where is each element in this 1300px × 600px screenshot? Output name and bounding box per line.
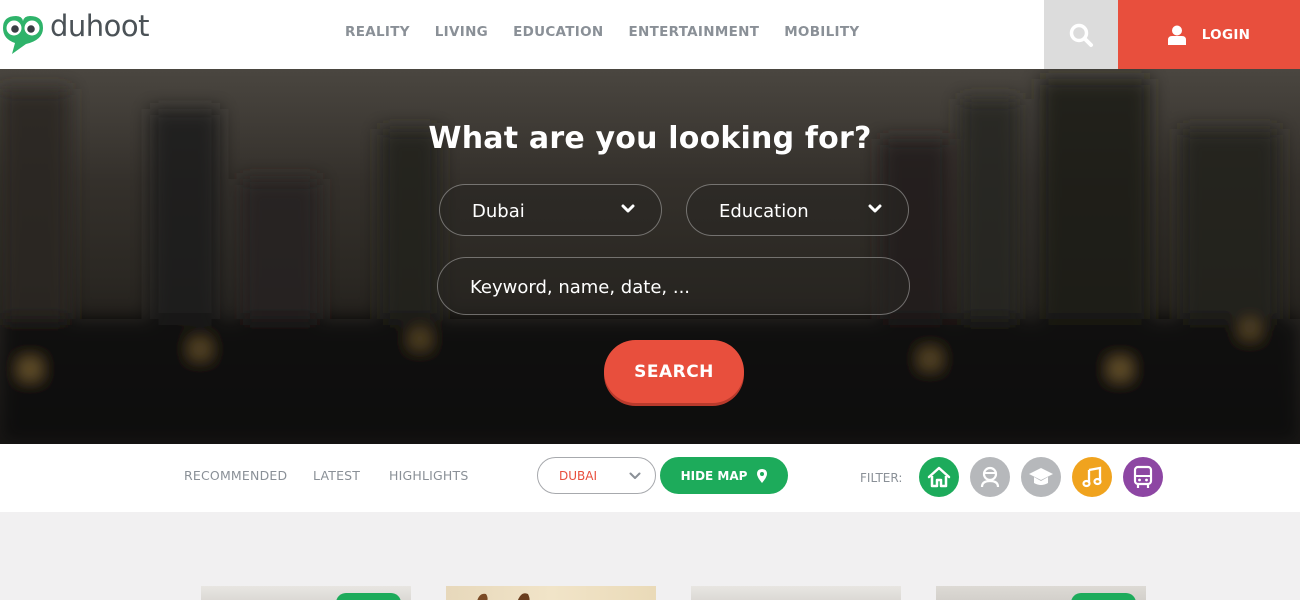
location-select[interactable]: Dubai (439, 184, 662, 236)
user-icon (1167, 25, 1186, 45)
hero-section: What are you looking for? Dubai Educatio… (0, 69, 1300, 444)
category-select-value: Education (719, 201, 809, 222)
search-button[interactable]: SEARCH (604, 340, 744, 403)
listing-card[interactable] (201, 586, 411, 600)
listing-card[interactable] (936, 586, 1146, 600)
card-badge (336, 593, 401, 600)
music-note-icon (1082, 466, 1102, 488)
city-select-value: DUBAI (559, 469, 598, 483)
filter-mobility[interactable] (1123, 457, 1163, 497)
tab-highlights[interactable]: HIGHLIGHTS (389, 468, 468, 483)
keyword-search-input[interactable]: Keyword, name, date, ... (437, 257, 910, 315)
card-badge (1071, 593, 1136, 600)
nav-item-mobility[interactable]: MOBILITY (784, 24, 859, 40)
chevron-down-icon (621, 204, 635, 213)
nav-item-living[interactable]: LIVING (435, 24, 488, 40)
nav-item-education[interactable]: EDUCATION (513, 24, 603, 40)
login-label: LOGIN (1201, 26, 1251, 43)
map-pin-icon (757, 468, 768, 483)
bus-icon (1133, 465, 1153, 488)
header-search-button[interactable] (1044, 0, 1118, 69)
nav-item-entertainment[interactable]: ENTERTAINMENT (628, 24, 759, 40)
login-button[interactable]: LOGIN (1118, 0, 1300, 69)
top-header: duhoot REALITY LIVING EDUCATION ENTERTAI… (0, 0, 1300, 69)
filter-education[interactable] (1021, 457, 1061, 497)
graduation-cap-icon (1029, 468, 1053, 485)
search-icon (1069, 23, 1093, 47)
tab-latest[interactable]: LATEST (313, 468, 360, 483)
hero-title: What are you looking for? (428, 121, 872, 156)
location-select-value: Dubai (472, 201, 525, 222)
filter-reality[interactable] (919, 457, 959, 497)
city-select[interactable]: DUBAI (537, 457, 656, 494)
brand-logo[interactable]: duhoot (0, 8, 150, 56)
keyword-placeholder: Keyword, name, date, ... (470, 277, 691, 298)
filter-bar: RECOMMENDED LATEST HIGHLIGHTS DUBAI HIDE… (0, 444, 1300, 512)
home-icon (927, 466, 951, 488)
listing-card[interactable] (691, 586, 901, 600)
main-nav: REALITY LIVING EDUCATION ENTERTAINMENT M… (345, 24, 884, 40)
owl-logo-icon (0, 8, 46, 56)
driver-icon (980, 466, 1000, 488)
hide-map-label: HIDE MAP (680, 468, 748, 483)
filter-label: FILTER: (860, 471, 903, 485)
nav-item-reality[interactable]: REALITY (345, 24, 410, 40)
category-select[interactable]: Education (686, 184, 909, 236)
chevron-down-icon (629, 472, 641, 479)
filter-living[interactable] (970, 457, 1010, 497)
listing-card[interactable] (446, 586, 656, 600)
tab-recommended[interactable]: RECOMMENDED (184, 468, 287, 483)
card-image (477, 593, 530, 600)
chevron-down-icon (868, 204, 882, 213)
hide-map-button[interactable]: HIDE MAP (660, 457, 788, 494)
filter-entertainment[interactable] (1072, 457, 1112, 497)
brand-name: duhoot (50, 9, 150, 43)
